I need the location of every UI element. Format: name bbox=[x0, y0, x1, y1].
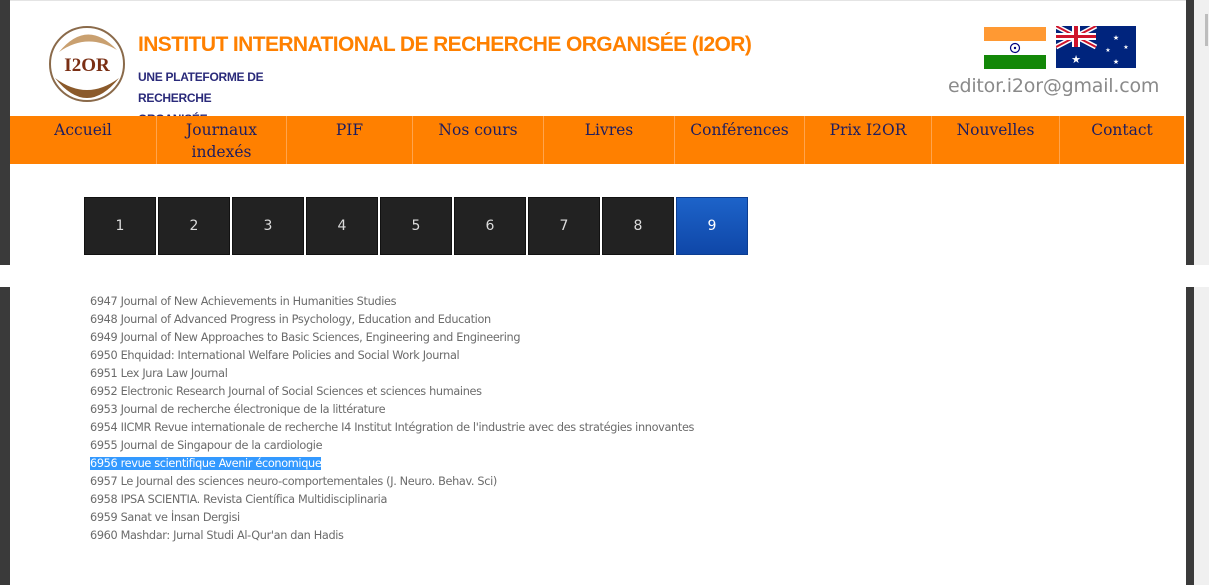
nav-item-journaux-indexes[interactable]: Journaux indexés bbox=[157, 116, 287, 164]
nav-item-pif[interactable]: PIF bbox=[287, 116, 413, 164]
journal-title: 6949 Journal of New Approaches to Basic … bbox=[90, 331, 521, 344]
i2or-logo[interactable]: I2OR bbox=[47, 22, 127, 106]
svg-text:★: ★ bbox=[1113, 58, 1119, 66]
page-button-7[interactable]: 7 bbox=[528, 197, 600, 255]
nav-item-livres[interactable]: Livres bbox=[544, 116, 675, 164]
journal-list: 6947 Journal of New Achievements in Huma… bbox=[90, 293, 694, 545]
journal-title: 6947 Journal of New Achievements in Huma… bbox=[90, 295, 397, 308]
page-button-2[interactable]: 2 bbox=[158, 197, 230, 255]
list-item[interactable]: 6947 Journal of New Achievements in Huma… bbox=[90, 293, 694, 311]
journal-title-selected: 6956 revue scientifique Avenir économiqu… bbox=[90, 457, 322, 470]
page-button-4[interactable]: 4 bbox=[306, 197, 378, 255]
main-nav: Accueil Journaux indexés PIF Nos cours L… bbox=[10, 116, 1184, 164]
journal-title: 6960 Mashdar: Jurnal Studi Al-Qur'an dan… bbox=[90, 529, 344, 542]
journal-title: 6958 IPSA SCIENTIA. Revista Científica M… bbox=[90, 493, 388, 506]
nav-item-prix-i2or[interactable]: Prix I2OR bbox=[805, 116, 932, 164]
list-item[interactable]: 6951 Lex Jura Law Journal bbox=[90, 365, 694, 383]
pagination: 1 2 3 4 5 6 7 8 9 bbox=[84, 197, 748, 255]
journal-title: 6951 Lex Jura Law Journal bbox=[90, 367, 228, 380]
contact-email[interactable]: editor.i2or@gmail.com bbox=[948, 75, 1159, 97]
list-item[interactable]: 6950 Ehquidad: International Welfare Pol… bbox=[90, 347, 694, 365]
page-button-9-active[interactable]: 9 bbox=[676, 197, 748, 255]
list-item[interactable]: 6953 Journal de recherche électronique d… bbox=[90, 401, 694, 419]
list-item[interactable]: 6948 Journal of Advanced Progress in Psy… bbox=[90, 311, 694, 329]
page-button-6[interactable]: 6 bbox=[454, 197, 526, 255]
india-flag-icon[interactable] bbox=[984, 27, 1046, 69]
list-item[interactable]: 6955 Journal de Singapour de la cardiolo… bbox=[90, 437, 694, 455]
svg-text:★: ★ bbox=[1071, 53, 1081, 66]
list-item[interactable]: 6957 Le Journal des sciences neuro-compo… bbox=[90, 473, 694, 491]
journal-title: 6948 Journal of Advanced Progress in Psy… bbox=[90, 313, 491, 326]
page-button-5[interactable]: 5 bbox=[380, 197, 452, 255]
site-subtitle-line-1: UNE PLATEFORME DE RECHERCHE bbox=[138, 70, 264, 105]
journal-title: 6953 Journal de recherche électronique d… bbox=[90, 403, 386, 416]
scrollbar[interactable] bbox=[1194, 0, 1209, 585]
nav-item-contact[interactable]: Contact bbox=[1060, 116, 1184, 164]
journal-title: 6954 IICMR Revue internationale de reche… bbox=[90, 421, 695, 434]
panel-gap bbox=[0, 265, 1209, 287]
svg-text:★: ★ bbox=[1105, 47, 1110, 54]
svg-text:★: ★ bbox=[1113, 34, 1119, 42]
nav-item-nos-cours[interactable]: Nos cours bbox=[413, 116, 544, 164]
site-title: INSTITUT INTERNATIONAL DE RECHERCHE ORGA… bbox=[138, 33, 752, 56]
nav-item-conferences[interactable]: Conférences bbox=[675, 116, 805, 164]
logo-text: I2OR bbox=[64, 55, 110, 76]
list-item[interactable]: 6958 IPSA SCIENTIA. Revista Científica M… bbox=[90, 491, 694, 509]
nav-item-nouvelles[interactable]: Nouvelles bbox=[932, 116, 1060, 164]
svg-text:★: ★ bbox=[1123, 44, 1128, 51]
list-item[interactable]: 6949 Journal of New Approaches to Basic … bbox=[90, 329, 694, 347]
list-item[interactable]: 6954 IICMR Revue internationale de reche… bbox=[90, 419, 694, 437]
journal-title: 6950 Ehquidad: International Welfare Pol… bbox=[90, 349, 460, 362]
list-item[interactable]: 6959 Sanat ve İnsan Dergisi bbox=[90, 509, 694, 527]
page-button-1[interactable]: 1 bbox=[84, 197, 156, 255]
journal-title: 6952 Electronic Research Journal of Soci… bbox=[90, 385, 482, 398]
nav-item-accueil[interactable]: Accueil bbox=[10, 116, 157, 164]
list-item[interactable]: 6960 Mashdar: Jurnal Studi Al-Qur'an dan… bbox=[90, 527, 694, 545]
journal-title: 6955 Journal de Singapour de la cardiolo… bbox=[90, 439, 323, 452]
page-button-3[interactable]: 3 bbox=[232, 197, 304, 255]
journal-title: 6957 Le Journal des sciences neuro-compo… bbox=[90, 475, 497, 488]
list-item[interactable]: 6952 Electronic Research Journal of Soci… bbox=[90, 383, 694, 401]
journal-title: 6959 Sanat ve İnsan Dergisi bbox=[90, 511, 240, 524]
scrollbar-thumb[interactable] bbox=[1205, 14, 1208, 46]
left-dark-border bbox=[0, 0, 10, 585]
list-item-selected[interactable]: 6956 revue scientifique Avenir économiqu… bbox=[90, 455, 694, 473]
australia-flag-icon[interactable]: ★ ★ ★ ★ ★ bbox=[1056, 26, 1136, 68]
right-dark-border bbox=[1186, 0, 1194, 585]
page-button-8[interactable]: 8 bbox=[602, 197, 674, 255]
